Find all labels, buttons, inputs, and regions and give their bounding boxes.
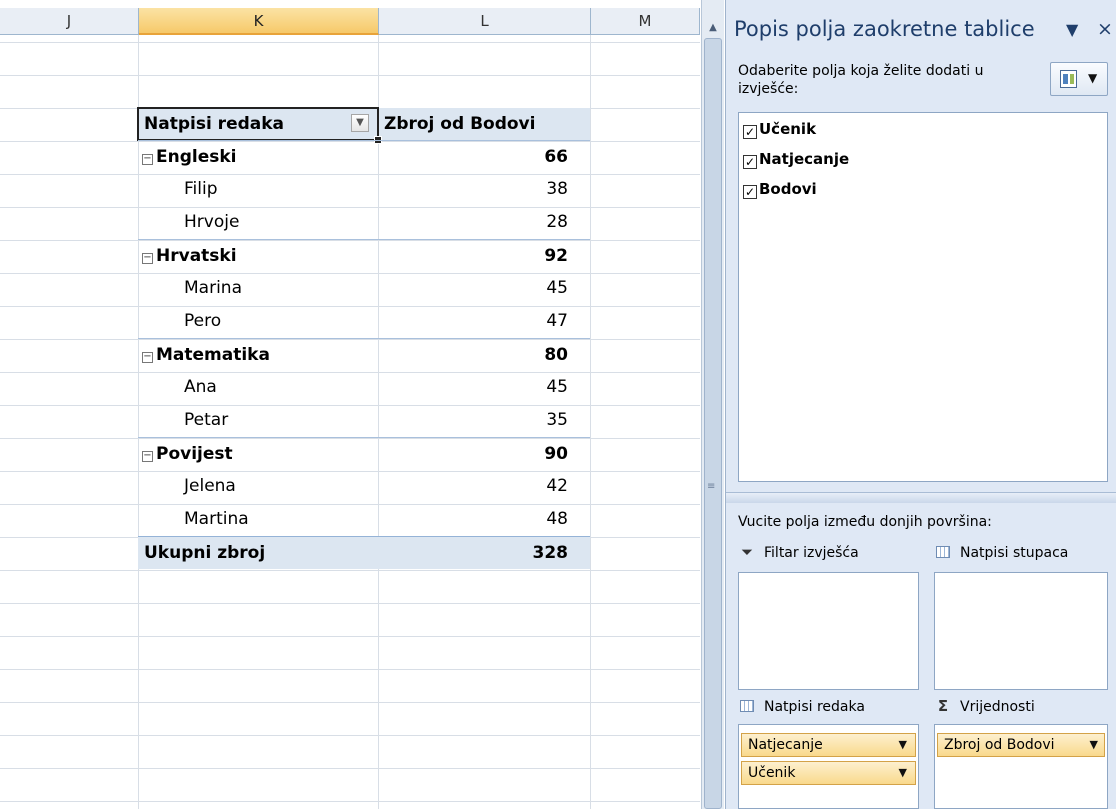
pivot-item-row[interactable]: Filip 38 [138, 173, 590, 205]
grand-total-row[interactable]: Ukupni zbroj 328 [138, 536, 590, 569]
active-cell-border [137, 107, 379, 141]
field-layout-icon [1060, 70, 1077, 88]
pane-title: Popis polja zaokretne tablice [734, 17, 1035, 41]
item-name: Marina [184, 278, 242, 298]
pivot-group-row[interactable]: − Matematika 80 [138, 338, 590, 371]
pane-options-dropdown-icon[interactable]: ▼ [1066, 20, 1078, 39]
column-labels-icon [934, 542, 952, 562]
item-name: Filip [184, 179, 218, 199]
sum-of-points-header[interactable]: Zbroj od Bodovi [384, 108, 535, 140]
pivot-item-row[interactable]: Jelena 42 [138, 470, 590, 502]
item-value: 38 [546, 179, 568, 199]
pivot-item-row[interactable]: Hrvoje 28 [138, 206, 590, 238]
pivot-group-row[interactable]: − Povijest 90 [138, 437, 590, 470]
group-total: 80 [544, 345, 568, 365]
item-name: Petar [184, 410, 229, 430]
checkbox[interactable]: ✓ [743, 125, 757, 139]
item-name: Ana [184, 377, 217, 397]
column-header-k[interactable]: K [139, 8, 379, 35]
checkbox[interactable]: ✓ [743, 155, 757, 169]
group-total: 66 [544, 147, 568, 167]
row-field-pill[interactable]: Natjecanje ▼ [741, 733, 916, 757]
sigma-icon: Σ [937, 697, 949, 715]
chevron-down-icon: ▼ [1088, 71, 1098, 85]
field-item-ucenik[interactable]: ✓ Učenik [743, 118, 816, 140]
checkbox[interactable]: ✓ [743, 185, 757, 199]
report-filter-label: ⏷ Filtar izvješća [738, 542, 859, 562]
pivot-header-row: Natpisi redaka ▼ Zbroj od Bodovi [137, 107, 590, 144]
pane-splitter[interactable] [726, 492, 1116, 503]
pivot-item-row[interactable]: Petar 35 [138, 404, 590, 436]
item-name: Hrvoje [184, 212, 240, 232]
field-label: Natjecanje [759, 150, 850, 168]
item-value: 47 [546, 311, 568, 331]
item-name: Martina [184, 509, 249, 529]
column-header-m[interactable]: M [591, 8, 700, 35]
pivot-field-list-pane: Popis polja zaokretne tablice ▼ × Odaber… [725, 0, 1116, 809]
column-header-l[interactable]: L [379, 8, 591, 35]
item-value: 42 [546, 476, 568, 496]
column-labels-label: Natpisi stupaca [934, 542, 1068, 562]
item-name: Jelena [184, 476, 236, 496]
item-value: 45 [546, 377, 568, 397]
row-labels-area[interactable]: Natjecanje ▼ Učenik ▼ [738, 724, 919, 809]
worksheet-grid[interactable]: Natpisi redaka ▼ Zbroj od Bodovi − Engles… [0, 35, 700, 809]
pivot-item-row[interactable]: Ana 45 [138, 371, 590, 403]
grand-total-value: 328 [532, 543, 569, 563]
collapse-icon[interactable]: − [142, 451, 153, 462]
choose-fields-text: Odaberite polja koja želite dodati u izv… [738, 63, 984, 97]
group-name: Povijest [156, 444, 233, 464]
values-label: Σ Vrijednosti [934, 696, 1035, 716]
chevron-down-icon[interactable]: ▼ [899, 762, 907, 784]
pivot-group-row[interactable]: − Hrvatski 92 [138, 239, 590, 272]
row-field-pill[interactable]: Učenik ▼ [741, 761, 916, 785]
chevron-down-icon[interactable]: ▼ [899, 734, 907, 756]
field-label: Bodovi [759, 180, 817, 198]
scroll-up-icon[interactable]: ▲ [705, 22, 721, 36]
group-name: Matematika [156, 345, 270, 365]
value-field-pill[interactable]: Zbroj od Bodovi ▼ [937, 733, 1105, 757]
collapse-icon[interactable]: − [142, 154, 153, 165]
item-value: 45 [546, 278, 568, 298]
field-item-bodovi[interactable]: ✓ Bodovi [743, 178, 817, 200]
group-name: Engleski [156, 147, 237, 167]
collapse-icon[interactable]: − [142, 253, 153, 264]
field-layout-button[interactable]: ▼ [1050, 62, 1108, 96]
pivot-item-row[interactable]: Martina 48 [138, 503, 590, 535]
scroll-thumb[interactable] [704, 38, 722, 809]
group-name: Hrvatski [156, 246, 237, 266]
close-icon[interactable]: × [1097, 18, 1113, 40]
values-area[interactable]: Zbroj od Bodovi ▼ [934, 724, 1108, 809]
row-labels-label: Natpisi redaka [738, 696, 865, 716]
item-value: 35 [546, 410, 568, 430]
report-filter-area[interactable] [738, 572, 919, 690]
vertical-scrollbar[interactable]: ▲ ≡ [701, 0, 724, 809]
column-header-j[interactable]: J [0, 8, 139, 35]
chevron-down-icon[interactable]: ▼ [1090, 734, 1098, 756]
pivot-group-row[interactable]: − Engleski 66 [138, 140, 590, 173]
field-list-box: ✓ Učenik ✓ Natjecanje ✓ Bodovi [738, 112, 1108, 482]
field-item-natjecanje[interactable]: ✓ Natjecanje [743, 148, 849, 170]
column-labels-area[interactable] [934, 572, 1108, 690]
grip-icon: ≡ [707, 481, 716, 492]
drag-fields-text: Vucite polja između donjih površina: [738, 514, 992, 530]
grand-total-label: Ukupni zbroj [144, 543, 266, 563]
item-value: 28 [546, 212, 568, 232]
pivot-item-row[interactable]: Pero 47 [138, 305, 590, 337]
pivot-item-row[interactable]: Marina 45 [138, 272, 590, 304]
column-headers: J K L M [0, 8, 700, 35]
item-value: 48 [546, 509, 568, 529]
item-name: Pero [184, 311, 222, 331]
collapse-icon[interactable]: − [142, 352, 153, 363]
group-total: 92 [544, 246, 568, 266]
group-total: 90 [544, 444, 568, 464]
field-label: Učenik [759, 120, 817, 138]
row-labels-icon [738, 696, 756, 716]
filter-icon: ⏷ [740, 543, 753, 561]
